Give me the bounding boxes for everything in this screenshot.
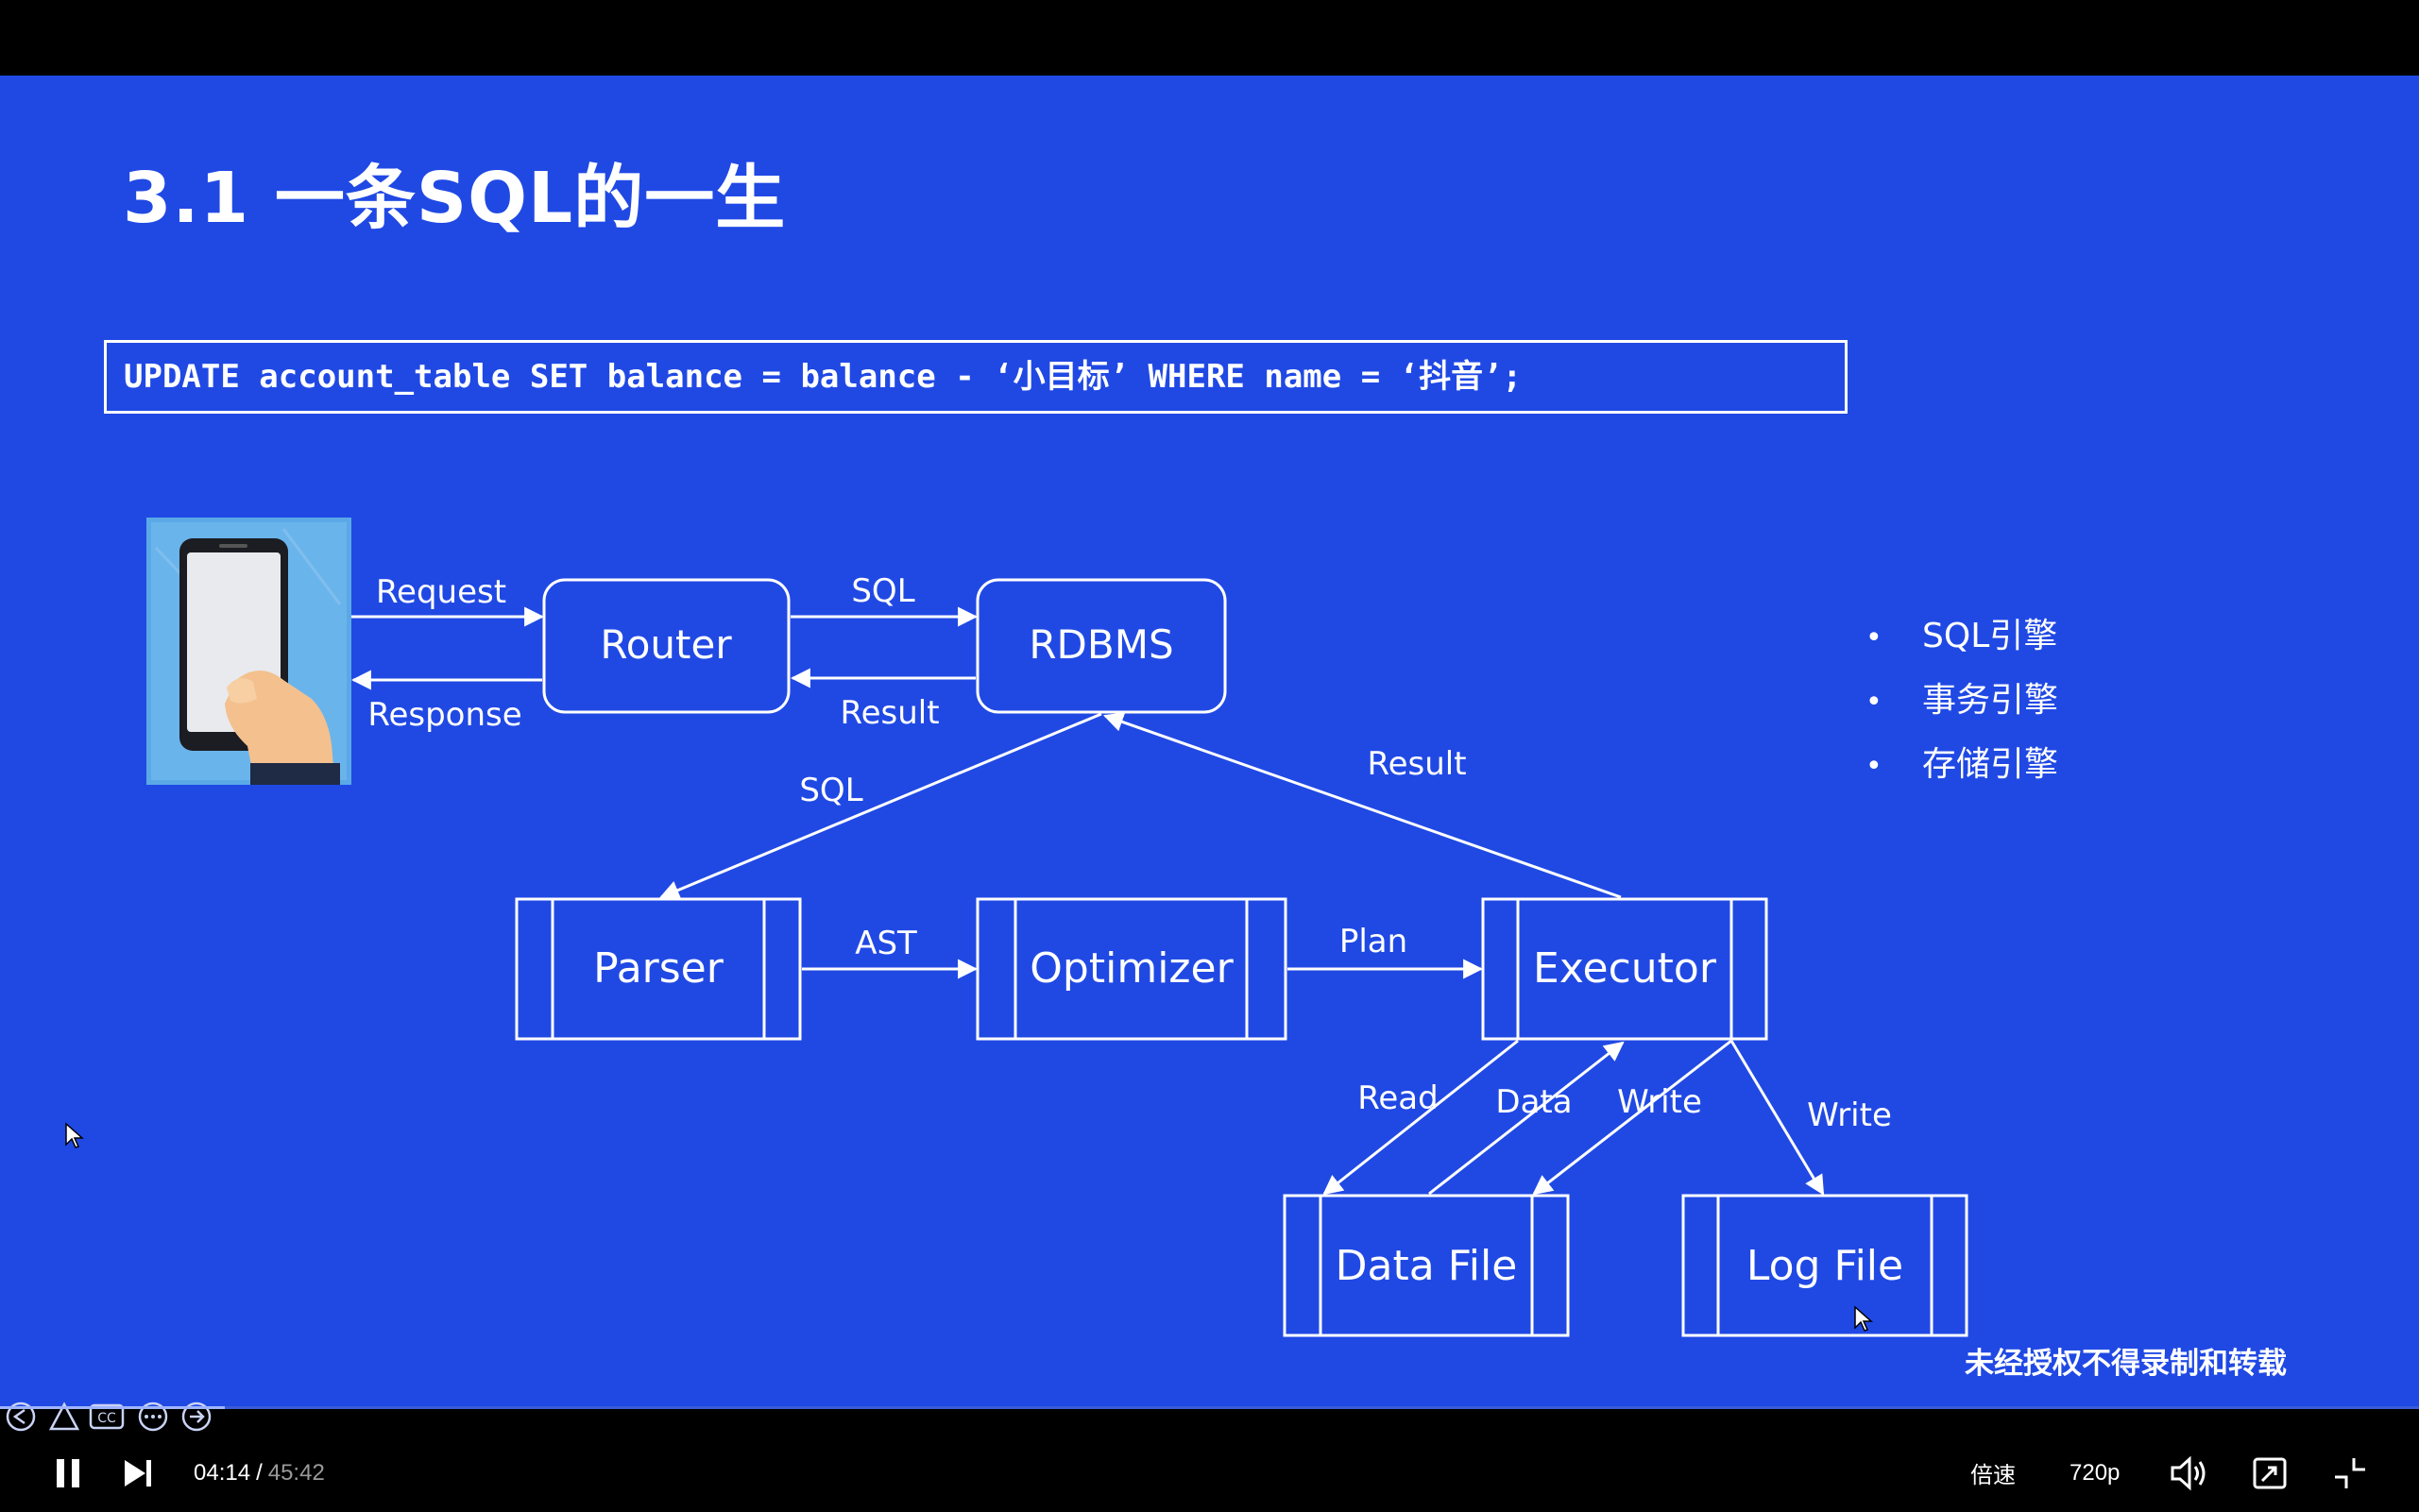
video-frame-slide[interactable]: 3.1 一条SQL的一生 UPDATE account_table SET ba… <box>0 76 2419 1407</box>
total-time: 45:42 <box>267 1459 325 1486</box>
exit-fullscreen-button[interactable] <box>2331 1434 2369 1512</box>
rdbms-label: RDBMS <box>1029 621 1173 668</box>
log-file-label: Log File <box>1746 1242 1903 1290</box>
video-top-bar <box>0 0 2419 76</box>
time-separator: / <box>256 1459 263 1486</box>
request-edge-label: Request <box>376 573 506 611</box>
svg-text:CC: CC <box>97 1411 116 1426</box>
bullet-item: • 存储引擎 <box>1865 745 2059 784</box>
parser-label: Parser <box>593 944 724 993</box>
video-progress-fill <box>0 1406 226 1409</box>
video-progress-bar[interactable] <box>0 1406 2419 1409</box>
write-data-edge-label: Write <box>1617 1083 1702 1121</box>
volume-button[interactable] <box>2169 1434 2208 1512</box>
sql-top-edge-label: SQL <box>851 572 914 610</box>
next-button[interactable] <box>119 1434 157 1512</box>
engine-bullet-list: • SQL引擎 • 事务引擎 • 存储引擎 <box>1865 604 2058 797</box>
ast-edge-label: AST <box>855 925 917 962</box>
picture-in-picture-button[interactable] <box>2251 1434 2289 1512</box>
quality-button[interactable]: 720p <box>2070 1434 2120 1512</box>
pause-icon <box>57 1458 79 1487</box>
bullet-item: • 事务引擎 <box>1865 681 2059 720</box>
bullet-text: 事务引擎 <box>1922 681 2059 720</box>
sql-down-edge-label: SQL <box>799 772 862 809</box>
bullet-text: SQL引擎 <box>1922 617 2058 655</box>
pip-icon <box>2253 1457 2287 1488</box>
video-control-bar: 04:14 / 45:42 倍速 720p <box>0 1434 2419 1512</box>
watermark-text: 未经授权不得录制和转载 <box>1965 1347 2287 1381</box>
quality-label: 720p <box>2070 1459 2121 1486</box>
bullet-item: • SQL引擎 <box>1865 617 2058 655</box>
read-edge-label: Read <box>1357 1079 1438 1117</box>
current-time: 04:14 <box>194 1459 251 1486</box>
executor-label: Executor <box>1533 944 1717 993</box>
optimizer-label: Optimizer <box>1030 944 1234 993</box>
phone-hand-illustration <box>146 518 351 785</box>
result-up-edge-label: Result <box>1367 745 1466 783</box>
time-display: 04:14 / 45:42 <box>194 1434 325 1512</box>
data-edge-label: Data <box>1495 1083 1572 1121</box>
data-file-label: Data File <box>1336 1242 1518 1290</box>
mouse-cursor-icon <box>1854 1305 1873 1332</box>
router-label: Router <box>600 621 732 668</box>
exit-fullscreen-icon <box>2335 1457 2365 1488</box>
speed-button[interactable]: 倍速 <box>1970 1434 2016 1512</box>
response-edge-label: Response <box>367 696 521 734</box>
volume-icon <box>2171 1455 2206 1490</box>
write-log-edge-label: Write <box>1807 1096 1892 1134</box>
result-top-edge-label: Result <box>840 694 939 732</box>
bullet-text: 存储引擎 <box>1922 745 2059 784</box>
mouse-cursor-icon <box>65 1122 84 1148</box>
pause-button[interactable] <box>49 1434 87 1512</box>
speed-label: 倍速 <box>1970 1463 2016 1488</box>
next-icon <box>125 1459 151 1487</box>
plan-edge-label: Plan <box>1339 923 1407 960</box>
